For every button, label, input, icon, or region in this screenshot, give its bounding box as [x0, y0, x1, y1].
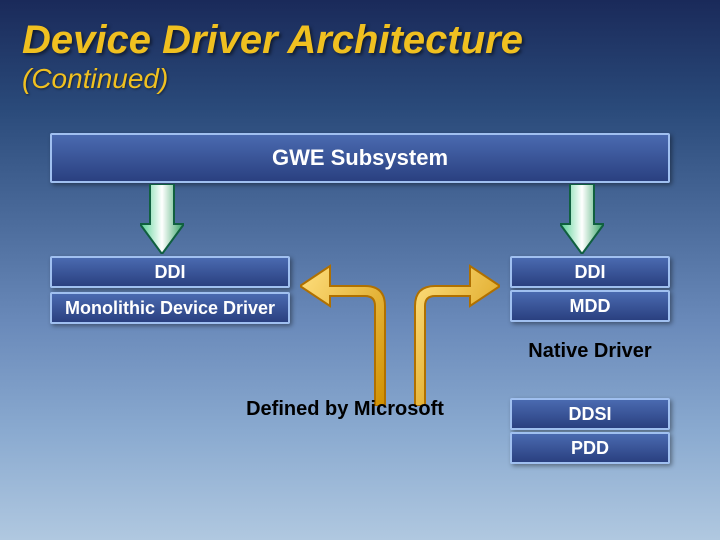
monolithic-driver-block: Monolithic Device Driver	[50, 292, 290, 324]
arrow-down-left	[140, 184, 184, 254]
slide-subtitle: (Continued)	[0, 63, 720, 113]
arrow-down-right	[560, 184, 604, 254]
bent-arrows-icon	[300, 256, 500, 406]
ddi-left-block: DDI	[50, 256, 290, 288]
mdd-block: MDD	[510, 290, 670, 322]
gwe-subsystem-block: GWE Subsystem	[50, 133, 670, 183]
pdd-block: PDD	[510, 432, 670, 464]
defined-by-microsoft-label: Defined by Microsoft	[225, 398, 465, 421]
native-driver-label: Native Driver	[510, 340, 670, 363]
ddsi-block: DDSI	[510, 398, 670, 430]
ddi-right-block: DDI	[510, 256, 670, 288]
slide-title: Device Driver Architecture	[0, 0, 720, 63]
